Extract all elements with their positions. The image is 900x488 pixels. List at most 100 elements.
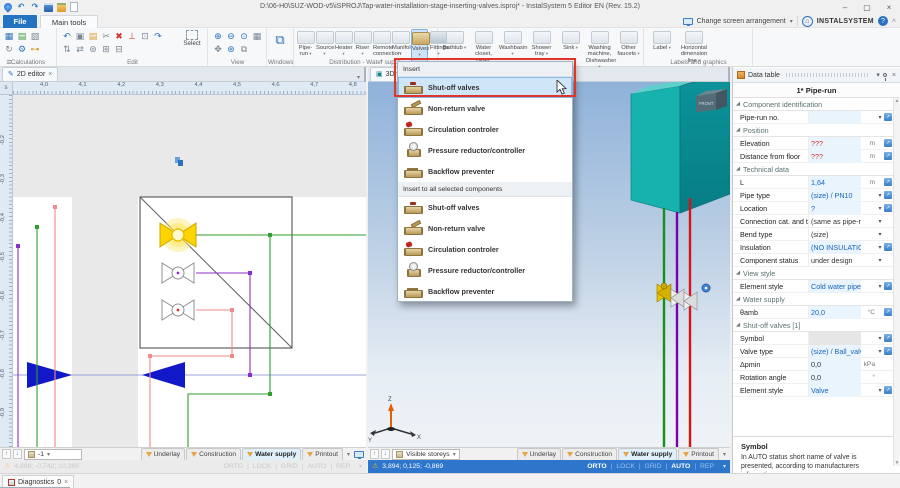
status-flag[interactable]: REP xyxy=(692,463,716,470)
inherit-link-icon[interactable]: ↗ xyxy=(884,243,892,251)
menu-item[interactable]: Backflow preventer xyxy=(398,281,572,302)
property-row[interactable]: ◢ Shut-off valves [1] xyxy=(733,319,893,332)
delete-icon[interactable]: ✖ xyxy=(113,30,125,42)
copy-icon[interactable]: ▣ xyxy=(74,30,86,42)
layer-tab[interactable]: Construction xyxy=(186,448,241,460)
property-row[interactable]: Element style Valve ▾ ↗ xyxy=(733,384,893,397)
storey-down-icon[interactable]: ↓ xyxy=(381,449,390,459)
property-row[interactable]: ◢ View style xyxy=(733,267,893,280)
chevron-down-icon[interactable]: ▾ xyxy=(876,335,884,342)
layer-tab[interactable]: Underlay xyxy=(517,448,561,460)
status-flag[interactable]: ORTO xyxy=(222,463,245,470)
storey-up-icon[interactable]: ↑ xyxy=(2,449,11,459)
tab-main-tools[interactable]: Main tools xyxy=(40,15,98,28)
menu-item[interactable]: Pressure reductor/controller xyxy=(398,140,572,161)
property-row[interactable]: Rotation angle 0,0 ° ▾ ↗ xyxy=(733,371,893,384)
scrollbar[interactable]: ▲▼ xyxy=(893,98,900,466)
inherit-link-icon[interactable]: ↗ xyxy=(884,282,892,290)
warning-icon[interactable]: ⚠ xyxy=(4,463,10,470)
inherit-link-icon[interactable]: ↗ xyxy=(884,334,892,342)
mirror-icon[interactable]: ⇄ xyxy=(74,43,86,55)
ribbon-button[interactable]: Washing machine, Dishwasher xyxy=(586,29,613,70)
new-file-icon[interactable] xyxy=(70,2,78,12)
chevron-down-icon[interactable]: ▾ xyxy=(876,192,884,199)
status-flag[interactable]: LOCK xyxy=(609,463,637,470)
status-flag[interactable]: GRID xyxy=(273,463,300,470)
property-row[interactable]: Element style Cold water pipe-run ▾ ↗ xyxy=(733,280,893,293)
menu-item[interactable]: Non-return valve xyxy=(398,98,572,119)
grid-icon[interactable]: ▦ xyxy=(251,30,263,42)
zoom-in-icon[interactable]: ⊕ xyxy=(212,30,224,42)
close-icon[interactable]: × xyxy=(48,71,52,78)
options-icon[interactable]: ⚙ xyxy=(16,43,28,55)
storey-down-icon[interactable]: ↓ xyxy=(13,449,22,459)
chevron-down-icon[interactable]: ▾ xyxy=(721,451,728,458)
drag-handle[interactable] xyxy=(786,73,870,77)
select-button[interactable]: Select xyxy=(179,30,205,47)
inherit-link-icon[interactable]: ↗ xyxy=(884,386,892,394)
undo-icon[interactable]: ↶ xyxy=(16,2,26,12)
property-row[interactable]: Pipe-run no. ▾ ↗ xyxy=(733,111,893,124)
zoom-all-icon[interactable]: ⊛ xyxy=(225,43,237,55)
chevron-down-icon[interactable]: ▾ xyxy=(876,257,884,264)
chevron-down-icon[interactable]: ▾ xyxy=(359,463,362,470)
property-row[interactable]: Distance from floor ??? m ▾ ↗ xyxy=(733,150,893,163)
pan-icon[interactable]: ✥ xyxy=(212,43,224,55)
property-row[interactable]: Location ? ▾ ↗ xyxy=(733,202,893,215)
chevron-down-icon[interactable]: ▾ xyxy=(876,72,880,79)
chevron-down-icon[interactable]: ▾ xyxy=(876,348,884,355)
property-row[interactable]: ◢ Position xyxy=(733,124,893,137)
property-row[interactable]: Δpmin 0,0 kPa ▾ ↗ xyxy=(733,358,893,371)
cut-icon[interactable]: ✂ xyxy=(100,30,112,42)
chevron-down-icon[interactable]: ▾ xyxy=(723,463,726,470)
chevron-down-icon[interactable]: ▾ xyxy=(876,218,884,225)
tab-2d-editor[interactable]: ✎ 2D editor × xyxy=(2,67,58,81)
menu-item[interactable]: Non-return valve xyxy=(398,218,572,239)
help-icon[interactable]: ? xyxy=(878,16,888,26)
calculator-icon[interactable]: ▦ xyxy=(3,30,15,42)
report-icon[interactable]: ▧ xyxy=(29,30,41,42)
menu-item[interactable]: Backflow preventer xyxy=(398,161,572,182)
close-button[interactable]: × xyxy=(878,0,900,14)
save-icon[interactable] xyxy=(44,3,53,12)
change-screen-arrangement[interactable]: Change screen arrangement xyxy=(697,18,786,25)
layers-icon[interactable]: ⧉ xyxy=(238,43,250,55)
menu-item[interactable]: Shut-off valves xyxy=(398,197,572,218)
refresh-icon[interactable]: ↻ xyxy=(3,43,15,55)
key-icon[interactable]: ⊶ xyxy=(29,43,41,55)
property-row[interactable]: Component status under design ▾ ↗ xyxy=(733,254,893,267)
inherit-link-icon[interactable]: ↗ xyxy=(884,152,892,160)
align-icon[interactable]: ⇅ xyxy=(61,43,73,55)
group-icon[interactable]: ⊞ xyxy=(100,43,112,55)
inherit-link-icon[interactable]: ↗ xyxy=(884,139,892,147)
chevron-down-icon[interactable]: ▾ xyxy=(357,74,364,81)
warning-icon[interactable]: ⚠ xyxy=(372,463,378,470)
chevron-down-icon[interactable]: ▾ xyxy=(876,244,884,251)
zoom-out-icon[interactable]: ⊖ xyxy=(225,30,237,42)
storey-up-icon[interactable]: ↑ xyxy=(370,449,379,459)
ribbon-collapse-icon[interactable]: ˄ xyxy=(892,18,896,25)
layer-tab[interactable]: Water supply xyxy=(618,448,677,460)
layer-tab[interactable]: Construction xyxy=(562,448,617,460)
status-flag[interactable]: AUTO xyxy=(664,463,693,470)
property-row[interactable]: Elevation ??? m ▾ ↗ xyxy=(733,137,893,150)
paste-icon[interactable]: ▤ xyxy=(87,30,99,42)
inherit-link-icon[interactable]: ↗ xyxy=(884,308,892,316)
menu-item[interactable]: Circulation controler xyxy=(398,239,572,260)
status-flag[interactable]: REP xyxy=(328,463,352,470)
tab-file[interactable]: File xyxy=(3,15,37,28)
inherit-link-icon[interactable]: ↗ xyxy=(884,347,892,355)
menu-item[interactable]: Circulation controler xyxy=(398,119,572,140)
status-flag[interactable]: AUTO xyxy=(300,463,328,470)
property-row[interactable]: Symbol ▾ ↗ xyxy=(733,332,893,345)
property-row[interactable]: Valve type (size) / Ball_valve ▾ ↗ xyxy=(733,345,893,358)
lock-icon[interactable]: ⊡ xyxy=(139,30,151,42)
close-icon[interactable]: × xyxy=(64,479,68,486)
ungroup-icon[interactable]: ⊟ xyxy=(113,43,125,55)
redo-icon[interactable]: ↷ xyxy=(30,2,40,12)
chevron-down-icon[interactable]: ▾ xyxy=(876,231,884,238)
menu-item[interactable]: Shut-off valves xyxy=(398,77,572,98)
menu-item[interactable]: Pressure reductor/controller xyxy=(398,260,572,281)
property-row[interactable]: Pipe type (size) / PN10 ▾ ↗ xyxy=(733,189,893,202)
chevron-down-icon[interactable]: ▾ xyxy=(876,114,884,121)
